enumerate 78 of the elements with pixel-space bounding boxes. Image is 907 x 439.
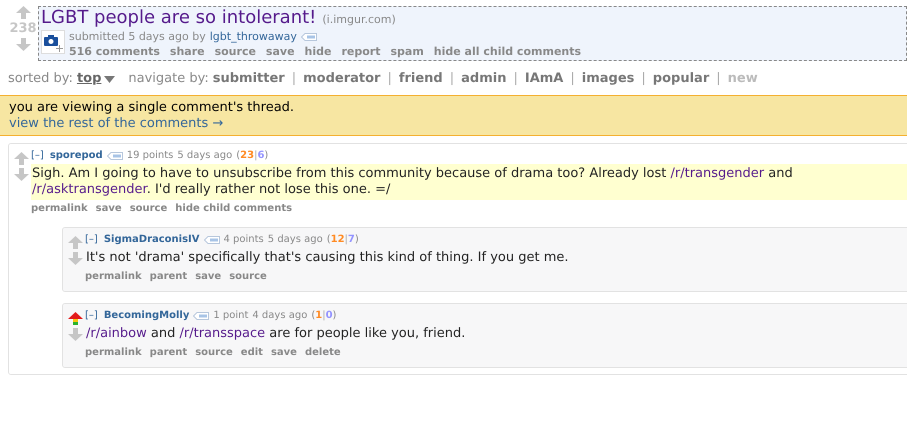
comment-action-link[interactable]: parent xyxy=(150,346,188,360)
separator: | xyxy=(641,70,646,88)
comment-action-link[interactable]: save xyxy=(195,270,222,284)
collapse-toggle[interactable]: [–] xyxy=(85,309,98,323)
view-all-comments-link[interactable]: view the rest of the comments → xyxy=(9,116,224,132)
post-domain[interactable]: (i.imgur.com) xyxy=(322,12,396,28)
tag-icon[interactable] xyxy=(204,236,220,244)
separator: | xyxy=(292,70,296,88)
separator: | xyxy=(387,70,392,88)
comment-text: It's not 'drama' specifically that's causing this kind of thing. If you get me. xyxy=(85,249,570,267)
navigate-link[interactable]: images xyxy=(582,70,634,88)
comment-time: 5 days ago xyxy=(177,149,232,163)
comment-action-link[interactable]: save xyxy=(96,202,122,216)
thumbnail-icon[interactable] xyxy=(41,30,65,54)
separator: | xyxy=(570,70,575,88)
comment-score: 1 point xyxy=(213,309,248,323)
comment-action-link[interactable]: source xyxy=(229,270,267,284)
comment-score: 4 points xyxy=(224,233,264,247)
post-action-link[interactable]: source xyxy=(214,45,256,59)
comment-time: 5 days ago xyxy=(268,233,323,247)
subreddit-link[interactable]: /r/ainbow xyxy=(86,326,147,341)
comment-action-link[interactable]: parent xyxy=(150,270,188,284)
post-action-link[interactable]: hide all child comments xyxy=(434,45,582,59)
tag-icon[interactable] xyxy=(193,312,210,320)
navigate-label: navigate by: xyxy=(128,70,209,88)
comment-action-link[interactable]: permalink xyxy=(31,202,88,216)
post-action-link[interactable]: share xyxy=(170,45,205,59)
subreddit-link[interactable]: /r/asktransgender xyxy=(32,182,147,197)
separator: | xyxy=(513,70,518,88)
tag-icon[interactable] xyxy=(106,152,123,160)
author-link[interactable]: lgbt_throwaway xyxy=(210,29,297,45)
post-action-link[interactable]: save xyxy=(266,45,295,59)
separator: | xyxy=(716,70,721,88)
vote-counts: (1|0) xyxy=(311,309,336,323)
separator: | xyxy=(450,70,454,88)
comment-text: /r/ainbow and /r/transspace are for people like you, friend. xyxy=(85,325,466,343)
upvote-arrow-icon[interactable] xyxy=(68,312,82,326)
post-action-link[interactable]: hide xyxy=(304,45,332,59)
comment-author-link[interactable]: SigmaDraconisIV xyxy=(104,233,200,247)
post-action-link[interactable]: 516 comments xyxy=(69,45,160,59)
collapse-toggle[interactable]: [–] xyxy=(85,233,98,247)
navigate-link[interactable]: popular xyxy=(652,70,710,88)
navigate-link[interactable]: friend xyxy=(398,70,443,88)
comment-action-link[interactable]: delete xyxy=(304,346,341,360)
caret-icon xyxy=(104,76,116,82)
comment-action-link[interactable]: hide child comments xyxy=(175,202,292,216)
downvote-arrow-icon[interactable] xyxy=(68,252,82,266)
post-action-link[interactable]: spam xyxy=(390,45,424,59)
post-action-link[interactable]: report xyxy=(341,45,380,59)
vote-counts: (12|7) xyxy=(326,233,359,247)
tagline: submitted 5 days ago by xyxy=(69,29,206,45)
collapse-toggle[interactable]: [–] xyxy=(31,149,44,163)
comment-author-link[interactable]: BecomingMolly xyxy=(104,309,190,323)
subreddit-link[interactable]: /r/transspace xyxy=(180,326,266,341)
downvote-arrow-icon[interactable] xyxy=(16,38,30,52)
comment-action-link[interactable]: source xyxy=(195,346,233,360)
comment-action-link[interactable]: permalink xyxy=(85,270,142,284)
navigate-link[interactable]: submitter xyxy=(212,70,285,88)
sort-dropdown[interactable]: top xyxy=(76,70,116,88)
banner-message: you are viewing a single comment's thread. xyxy=(9,100,296,116)
post-title-link[interactable]: LGBT people are so intolerant! xyxy=(41,7,316,29)
comment-action-link[interactable]: source xyxy=(130,202,168,216)
tag-icon[interactable] xyxy=(300,33,317,41)
navigate-link[interactable]: IAmA xyxy=(524,70,564,88)
comment-action-link[interactable]: save xyxy=(270,346,297,360)
comment-text: Sigh. Am I going to have to unsubscribe from this community because of drama too? Already lost /r/transgender and /r/asktransgender. I'd really rather not lose this one. =/ xyxy=(31,164,907,200)
subreddit-link[interactable]: /r/transgender xyxy=(670,166,764,181)
navigate-link[interactable]: moderator xyxy=(303,70,380,88)
comment-action-link[interactable]: permalink xyxy=(85,346,142,360)
downvote-arrow-icon[interactable] xyxy=(14,168,28,182)
comment-action-link[interactable]: edit xyxy=(240,346,263,360)
score: 238 xyxy=(9,22,37,36)
comment-author-link[interactable]: sporepod xyxy=(50,149,103,163)
comment-time: 4 days ago xyxy=(252,309,308,323)
sort-label: sorted by: xyxy=(8,70,73,88)
vote-counts: (23|6) xyxy=(236,149,268,163)
comment-score: 19 points xyxy=(126,149,174,163)
navigate-link[interactable]: admin xyxy=(461,70,506,88)
